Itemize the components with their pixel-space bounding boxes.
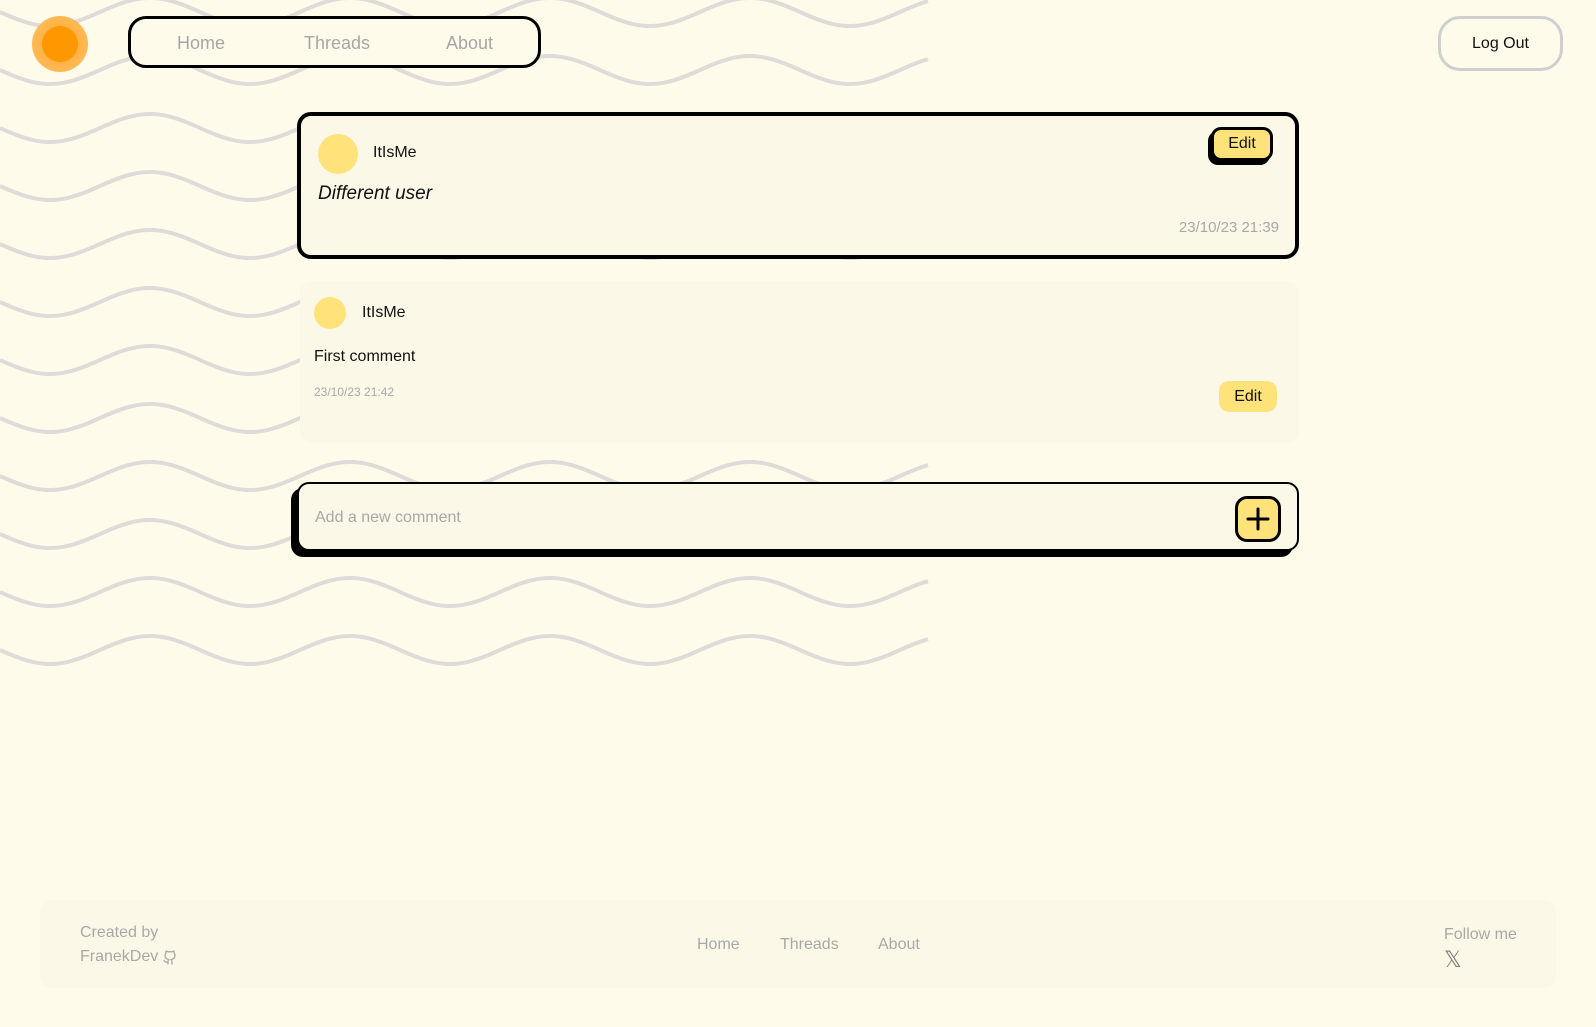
github-icon[interactable] (163, 949, 177, 965)
footer-threads-link[interactable]: Threads (780, 936, 839, 954)
avatar (318, 134, 358, 174)
wave-line (0, 576, 929, 608)
plus-icon (1246, 507, 1270, 531)
footer-home-link[interactable]: Home (697, 936, 740, 954)
created-by-label: Created by (80, 924, 159, 941)
author-link[interactable]: FranekDev (80, 948, 158, 966)
footer: Created by FranekDev Home Threads About … (40, 900, 1556, 988)
logo[interactable] (32, 16, 88, 72)
edit-thread-button[interactable]: Edit (1211, 127, 1273, 161)
comment-card: ItIsMe First comment 23/10/23 21:42 Edit (300, 281, 1299, 443)
edit-comment-button[interactable]: Edit (1219, 381, 1277, 412)
comment-input[interactable] (313, 502, 1197, 534)
wave-line (0, 634, 929, 666)
nav-home-link[interactable]: Home (177, 33, 225, 54)
main-nav: Home Threads About (128, 16, 541, 68)
avatar (314, 297, 346, 329)
thread-card: ItIsMe Edit Different user 23/10/23 21:3… (297, 112, 1299, 259)
thread-author: ItIsMe (373, 144, 417, 161)
new-comment-form (291, 482, 1299, 557)
comment-text: First comment (314, 348, 416, 365)
x-icon[interactable]: 𝕏 (1444, 948, 1462, 973)
follow-me-label: Follow me (1444, 926, 1517, 943)
thread-date: 23/10/23 21:39 (1178, 219, 1279, 236)
comment-date: 23/10/23 21:42 (314, 385, 395, 399)
thread-title: Different user (318, 183, 433, 204)
add-comment-button[interactable] (1235, 496, 1281, 542)
comment-author: ItIsMe (362, 304, 406, 321)
nav-threads-link[interactable]: Threads (304, 33, 370, 54)
footer-about-link[interactable]: About (878, 936, 920, 954)
comment-input-box (297, 482, 1299, 551)
nav-about-link[interactable]: About (446, 33, 493, 54)
logout-button[interactable]: Log Out (1438, 16, 1563, 71)
